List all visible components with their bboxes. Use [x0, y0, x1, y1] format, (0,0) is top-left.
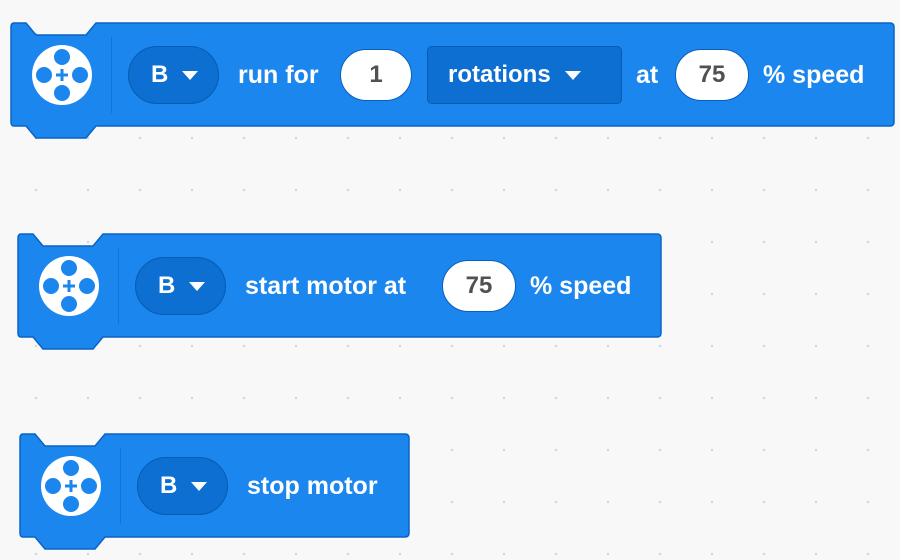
- unit-value: rotations: [448, 61, 551, 88]
- block-divider: [118, 248, 119, 324]
- start-motor-block[interactable]: B start motor at 75 % speed: [17, 233, 663, 351]
- port-value: B: [160, 472, 178, 499]
- block-divider: [120, 448, 121, 524]
- motor-icon: [30, 43, 94, 107]
- speed-input[interactable]: 75: [675, 49, 749, 101]
- stop-motor-block[interactable]: B stop motor: [19, 433, 411, 551]
- port-dropdown[interactable]: B: [137, 457, 229, 515]
- stop-motor-label: stop motor: [247, 471, 378, 500]
- run-for-label: run for: [238, 60, 319, 89]
- motor-icon: [37, 254, 101, 318]
- unit-dropdown[interactable]: rotations: [427, 46, 622, 104]
- speed-unit-label: % speed: [763, 60, 865, 89]
- caret-down-icon: [191, 481, 208, 491]
- port-value: B: [151, 61, 169, 88]
- motor-icon: [39, 454, 103, 518]
- block-divider: [111, 37, 112, 113]
- speed-unit-label: % speed: [530, 271, 632, 300]
- amount-input[interactable]: 1: [340, 49, 412, 101]
- speed-input[interactable]: 75: [442, 260, 516, 312]
- port-dropdown[interactable]: B: [128, 46, 220, 104]
- caret-down-icon: [189, 281, 206, 291]
- at-label: at: [636, 60, 659, 89]
- caret-down-icon: [564, 70, 581, 80]
- run-for-block[interactable]: B run for 1 rotations at 75 % speed: [10, 22, 895, 140]
- port-value: B: [158, 272, 176, 299]
- start-motor-label: start motor at: [245, 271, 407, 300]
- port-dropdown[interactable]: B: [135, 257, 227, 315]
- caret-down-icon: [182, 70, 199, 80]
